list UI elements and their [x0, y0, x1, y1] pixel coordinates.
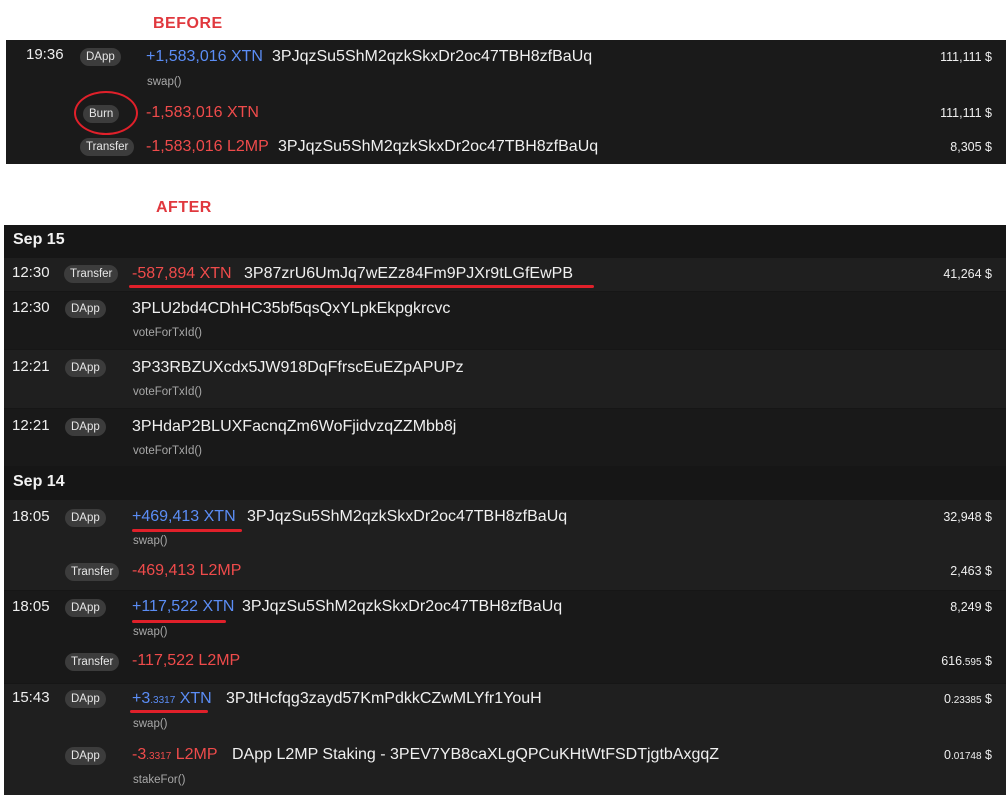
tx-address-link[interactable]: DApp L2MP Staking - 3PEV7YB8caXLgQPCuKHt… [232, 746, 719, 764]
tx-time: 12:21 [12, 358, 50, 375]
before-label: BEFORE [153, 15, 223, 32]
tx-type-badge: Transfer [65, 563, 120, 581]
tx-address-link[interactable]: 3P87zrU6UmJq7wEZz84Fm9PJXr9tLGfEwPB [244, 265, 573, 283]
transaction-row[interactable]: 19:36 DApp +1,583,016 XTN 3PJqzSu5ShM2qz… [6, 40, 1006, 164]
tx-type-badge: Transfer [64, 265, 119, 283]
annotation-underline [129, 285, 594, 288]
transaction-row[interactable]: 18:05 DApp +469,413 XTN 3PJqzSu5ShM2qzkS… [4, 500, 1006, 590]
before-transaction-panel: 19:36 DApp +1,583,016 XTN 3PJqzSu5ShM2qz… [6, 40, 1006, 164]
tx-address-link[interactable]: 3PJqzSu5ShM2qzkSkxDr2oc47TBH8zfBaUq [242, 598, 562, 616]
tx-address-link[interactable]: 3P33RBZUXcdx5JW918DqFfrscEuEZpAPUPz [132, 359, 464, 377]
tx-type-badge: DApp [65, 300, 106, 318]
tx-usd-value: 111,111 $ [940, 50, 992, 64]
tx-usd-value: 2,463 $ [950, 564, 992, 578]
transaction-row[interactable]: 18:05 DApp +117,522 XTN 3PJqzSu5ShM2qzkS… [4, 591, 1006, 683]
tx-usd-value: 0.23385 $ [944, 692, 992, 706]
tx-method: voteForTxId() [133, 445, 203, 457]
annotation-underline [132, 620, 226, 623]
tx-type-badge: DApp [80, 48, 121, 66]
tx-usd-value: 111,111 $ [940, 106, 992, 120]
tx-address-link[interactable]: 3PLU2bd4CDhHC35bf5qsQxYLpkEkpgkrcvc [132, 300, 450, 318]
transaction-row[interactable]: 12:21 DApp 3P33RBZUXcdx5JW918DqFfrscEuEZ… [4, 350, 1006, 408]
tx-amount: -3.3317 L2MP [132, 746, 218, 763]
tx-time: 12:30 [12, 264, 50, 281]
after-label: AFTER [156, 199, 212, 216]
tx-usd-value: 616.595 $ [941, 654, 992, 668]
tx-type-badge: Transfer [65, 653, 120, 671]
tx-method: swap() [133, 718, 168, 730]
tx-amount: +117,522 XTN [132, 598, 235, 615]
tx-usd-value: 8,249 $ [950, 600, 992, 614]
annotation-underline [130, 710, 208, 713]
tx-method: voteForTxId() [133, 386, 203, 398]
tx-usd-value: 41,264 $ [943, 267, 992, 281]
annotation-circle [74, 91, 138, 135]
tx-usd-value: 0.01748 $ [944, 748, 992, 762]
tx-method: swap() [147, 76, 182, 88]
tx-usd-value: 32,948 $ [943, 510, 992, 524]
tx-address-link[interactable]: 3PJqzSu5ShM2qzkSkxDr2oc47TBH8zfBaUq [247, 508, 567, 526]
tx-type-badge: Transfer [80, 138, 135, 156]
tx-type-badge: DApp [65, 599, 106, 617]
tx-type-badge: DApp [65, 359, 106, 377]
tx-type-badge: DApp [65, 690, 106, 708]
tx-method: swap() [133, 535, 168, 547]
transaction-row[interactable]: 15:43 DApp +3.3317 XTN 3PJtHcfqg3zayd57K… [4, 684, 1006, 795]
transaction-row[interactable]: 12:30 DApp 3PLU2bd4CDhHC35bf5qsQxYLpkEkp… [4, 292, 1006, 349]
tx-method: stakeFor() [133, 774, 186, 786]
tx-amount: +469,413 XTN [132, 508, 236, 525]
tx-amount: -117,522 L2MP [132, 652, 241, 669]
tx-address-link[interactable]: 3PJtHcfqg3zayd57KmPdkkCZwMLYfr1YouH [226, 690, 542, 708]
transaction-row[interactable]: 12:21 DApp 3PHdaP2BLUXFacnqZm6WoFjidvzqZ… [4, 409, 1006, 466]
date-header: Sep 14 [13, 473, 65, 490]
tx-time: 15:43 [12, 689, 50, 706]
tx-time: 19:36 [26, 46, 64, 63]
tx-amount: -1,583,016 L2MP [146, 138, 269, 155]
date-header: Sep 15 [13, 231, 65, 248]
tx-time: 18:05 [12, 598, 50, 615]
tx-amount: -469,413 L2MP [132, 562, 242, 579]
annotation-underline [132, 529, 242, 532]
tx-usd-value: 8,305 $ [950, 140, 992, 154]
tx-time: 18:05 [12, 508, 50, 525]
tx-type-badge: DApp [65, 747, 106, 765]
tx-method: voteForTxId() [133, 327, 203, 339]
tx-type-badge: DApp [65, 418, 106, 436]
tx-time: 12:30 [12, 299, 50, 316]
tx-time: 12:21 [12, 417, 50, 434]
tx-amount: +3.3317 XTN [132, 690, 212, 707]
tx-amount: +1,583,016 XTN [146, 48, 263, 65]
tx-type-badge: DApp [65, 509, 106, 527]
tx-amount: -587,894 XTN [132, 265, 232, 282]
tx-address-link[interactable]: 3PJqzSu5ShM2qzkSkxDr2oc47TBH8zfBaUq [272, 48, 592, 66]
tx-address-link[interactable]: 3PJqzSu5ShM2qzkSkxDr2oc47TBH8zfBaUq [278, 138, 598, 156]
tx-address-link[interactable]: 3PHdaP2BLUXFacnqZm6WoFjidvzqZZMbb8j [132, 418, 456, 436]
after-transaction-panel: Sep 15 12:30 Transfer -587,894 XTN 3P87z… [4, 225, 1006, 795]
tx-method: swap() [133, 626, 168, 638]
tx-amount: -1,583,016 XTN [146, 104, 259, 121]
